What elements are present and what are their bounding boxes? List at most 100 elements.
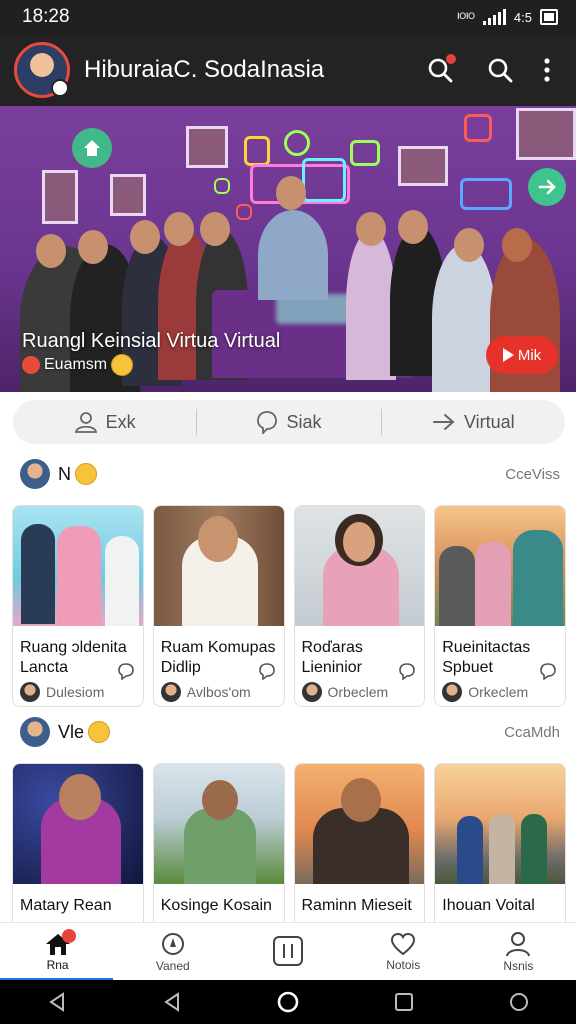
neon-sign [236,204,252,220]
person-figure [432,244,496,392]
app-bar: HiburaiaC. SodaInasia [0,34,576,106]
play-button[interactable]: Mik [486,336,558,374]
nav-nsnis[interactable]: Nsnis [461,923,576,980]
segment-virtual[interactable]: Virtual [382,400,565,444]
person-head [356,212,386,246]
play-icon [502,348,514,362]
card-meta: Orkeclem [435,678,565,702]
person-head [398,210,428,244]
content-card[interactable]: Ruam Komupas Didlip Avlbos'om [152,505,285,707]
card-row: Matary Rean Kosinge Kosain Raminn Miesei… [12,763,566,922]
person-figure [346,230,396,380]
card-row: Ruang ɔldenita Lancta Dulesiom Ruam Komu… [12,505,566,707]
nav-label: Rna [46,957,69,972]
wall-photo [516,108,576,160]
card-title: Matary Rean [20,897,112,914]
square-bars-icon [273,935,303,966]
section-title-text: N [58,463,71,484]
content-card[interactable]: Ihouan Voital [434,763,566,922]
home-circle-icon[interactable] [276,990,300,1014]
section-title: Vle [58,721,111,743]
card-thumbnail [435,764,565,884]
comment-icon[interactable] [539,662,557,680]
card-author: Orkeclem [468,684,529,700]
carrier-label: ᴵᴼᴵᴼ [457,9,475,25]
content-card[interactable]: Roďaras Lieninior Orbeclem [293,505,426,707]
heart-icon [391,932,416,955]
card-meta: Avlbos'om [154,678,284,702]
section-see-more-link[interactable]: CceViss [505,466,560,483]
nav-notois[interactable]: Notois [346,923,461,980]
back-icon[interactable] [46,991,68,1013]
segment-exk[interactable]: Exk [13,400,196,444]
card-thumbnail [294,506,425,626]
battery-text: 4:5 [513,9,532,25]
content-card[interactable]: Matary Rean [12,763,144,922]
neon-sign [284,130,310,156]
comment-icon[interactable] [258,662,276,680]
hero-banner[interactable]: Ruangl Keinsial Virtua Virtual Euamsm Mi… [0,106,576,392]
card-author: Avlbos'om [186,684,251,700]
arrow-right-icon [432,414,455,430]
card-thumbnail [435,506,565,626]
content-card[interactable]: Kosinge Kosain [152,763,285,922]
notification-badge [62,929,76,943]
category-segments: Exk Siak Virtual [13,400,565,444]
content-card[interactable]: Ruang ɔldenita Lancta Dulesiom [12,505,144,707]
person-head [78,230,108,264]
user-icon [74,412,97,433]
status-bar: 18:28 ᴵᴼᴵᴼ 4:5 [0,0,576,34]
content-card[interactable]: Rueinitactas Spbuet Orkeclem [434,505,566,707]
person-head [200,212,230,246]
card-author: Orbeclem [327,684,389,700]
segment-label: Exk [105,411,136,432]
section-title: N [58,463,97,485]
bottom-navigation: Rna Vaned Notois Nsnis [0,922,576,980]
wall-photo [186,126,228,168]
carousel-next-button[interactable] [528,168,566,206]
arrow-right-icon [538,179,556,195]
notification-search-button[interactable] [420,50,460,90]
card-thumbnail [294,764,425,884]
content-card[interactable]: Raminn Mieseit [293,763,426,922]
profile-icon [506,931,531,956]
circle-icon[interactable] [508,991,530,1013]
emoji-icon [111,354,134,376]
wall-photo [398,146,448,186]
card-meta: Dulesiom [13,678,143,702]
segment-siak[interactable]: Siak [197,400,380,444]
nav-vaned[interactable]: Vaned [115,923,230,980]
section-title-text: Vle [58,721,85,742]
status-time: 18:28 [22,6,70,27]
status-indicators: ᴵᴼᴵᴼ 4:5 [457,9,558,25]
emoji-icon [75,463,97,485]
search-button[interactable] [480,50,520,90]
segment-label: Siak [286,411,322,432]
person-figure [258,210,328,300]
recents-icon[interactable] [393,991,415,1013]
neon-sign [214,178,230,194]
neon-sign [464,114,492,142]
section-avatar [20,717,50,747]
more-options-button[interactable] [532,50,562,90]
card-thumbnail [153,506,284,626]
more-vertical-icon [544,58,550,82]
card-thumbnail [13,764,143,884]
neon-sign [302,158,346,202]
author-avatar [301,682,322,702]
section-see-more-link[interactable]: CcaMdh [504,724,560,741]
play-label: Mik [517,346,542,364]
comment-icon[interactable] [398,662,416,680]
wall-photo [110,174,146,216]
profile-avatar[interactable] [14,42,70,98]
nav-center[interactable] [230,923,345,980]
nav-home[interactable]: Rna [0,923,115,980]
card-title: Raminn Mieseit [301,897,412,914]
card-meta: Orbeclem [295,678,425,702]
notification-badge [446,54,456,64]
back-icon[interactable] [161,991,183,1013]
author-avatar [442,682,463,702]
neon-sign [350,140,380,166]
segment-label: Virtual [463,411,515,432]
comment-icon[interactable] [117,662,135,680]
